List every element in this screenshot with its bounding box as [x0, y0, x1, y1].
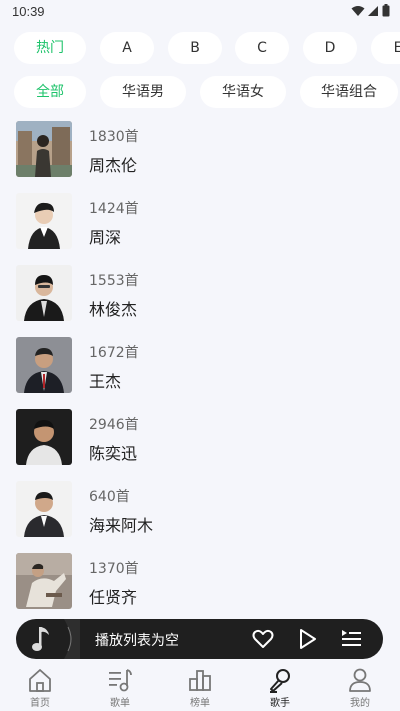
song-count: 2946首	[89, 417, 139, 433]
artist-name: 周杰伦	[89, 156, 138, 175]
music-note-icon	[24, 619, 80, 659]
artist-row[interactable]: 1370首 任贤齐	[0, 546, 400, 618]
nav-singers[interactable]: 歌手	[250, 667, 310, 711]
artist-row[interactable]: 1830首 周杰伦	[0, 114, 400, 186]
chip-chinese-female[interactable]: 华语女	[200, 76, 286, 108]
artist-avatar	[16, 265, 72, 321]
artist-row[interactable]: 640首 海来阿木	[0, 474, 400, 546]
heart-icon[interactable]	[251, 627, 275, 651]
artist-name: 任贤齐	[89, 588, 138, 607]
home-icon	[29, 669, 51, 692]
nav-label: 榜单	[190, 698, 210, 709]
chip-chinese-group[interactable]: 华语组合	[300, 76, 398, 108]
artist-name: 陈奕迅	[89, 444, 138, 463]
artist-avatar	[16, 337, 72, 393]
artist-row[interactable]: 1424首 周深	[0, 186, 400, 258]
artist-avatar	[16, 121, 72, 177]
nav-label: 歌手	[270, 698, 290, 709]
nav-charts[interactable]: 榜单	[170, 667, 230, 711]
nav-home[interactable]: 首页	[10, 667, 70, 711]
player-status: 播放列表为空	[95, 633, 179, 649]
wifi-icon	[351, 5, 365, 16]
signal-icon	[368, 5, 378, 16]
user-icon	[349, 668, 371, 692]
category-filter-row: 全部 华语男 华语女 华语组合	[0, 76, 400, 108]
playlist-icon[interactable]	[339, 627, 363, 651]
artist-avatar	[16, 481, 72, 537]
mini-player[interactable]: 播放列表为空	[16, 619, 383, 659]
playlist-music-icon	[109, 669, 132, 692]
letter-filter-row: 热门 A B C D E	[0, 32, 400, 64]
chip-b[interactable]: B	[168, 32, 222, 64]
nav-label: 我的	[350, 698, 370, 709]
song-count: 640首	[89, 489, 130, 505]
chip-hot[interactable]: 热门	[14, 32, 86, 64]
song-count: 1672首	[89, 345, 139, 361]
artist-name: 周深	[89, 228, 122, 247]
song-count: 1553首	[89, 273, 139, 289]
artist-avatar	[16, 193, 72, 249]
play-icon[interactable]	[295, 627, 319, 651]
chip-chinese-male[interactable]: 华语男	[100, 76, 186, 108]
chip-all[interactable]: 全部	[14, 76, 86, 108]
status-time: 10:39	[12, 4, 45, 19]
artist-avatar	[16, 409, 72, 465]
song-count: 1370首	[89, 561, 139, 577]
chip-e[interactable]: E	[371, 32, 400, 64]
nav-label: 首页	[30, 698, 50, 709]
chart-icon	[189, 670, 211, 691]
chip-a[interactable]: A	[100, 32, 154, 64]
status-bar: 10:39	[0, 0, 400, 24]
chip-d[interactable]: D	[303, 32, 357, 64]
artist-row[interactable]: 1553首 林俊杰	[0, 258, 400, 330]
bottom-nav: 首页 歌单 榜单 歌手 我的	[0, 663, 400, 711]
nav-playlists[interactable]: 歌单	[90, 667, 150, 711]
microphone-icon	[270, 669, 290, 693]
artist-avatar	[16, 553, 72, 609]
artist-name: 王杰	[89, 372, 122, 391]
nav-label: 歌单	[110, 698, 130, 709]
status-icons	[351, 4, 390, 17]
chip-c[interactable]: C	[235, 32, 289, 64]
artist-row[interactable]: 1672首 王杰	[0, 330, 400, 402]
artist-list: 1830首 周杰伦 1424首 周深 1553首 林俊杰 1672首 王杰 29…	[0, 114, 400, 619]
nav-mine[interactable]: 我的	[330, 667, 390, 711]
song-count: 1424首	[89, 201, 139, 217]
battery-icon	[382, 4, 390, 17]
song-count: 1830首	[89, 129, 139, 145]
artist-row[interactable]: 2946首 陈奕迅	[0, 402, 400, 474]
artist-name: 林俊杰	[89, 300, 138, 319]
artist-name: 海来阿木	[89, 516, 154, 535]
